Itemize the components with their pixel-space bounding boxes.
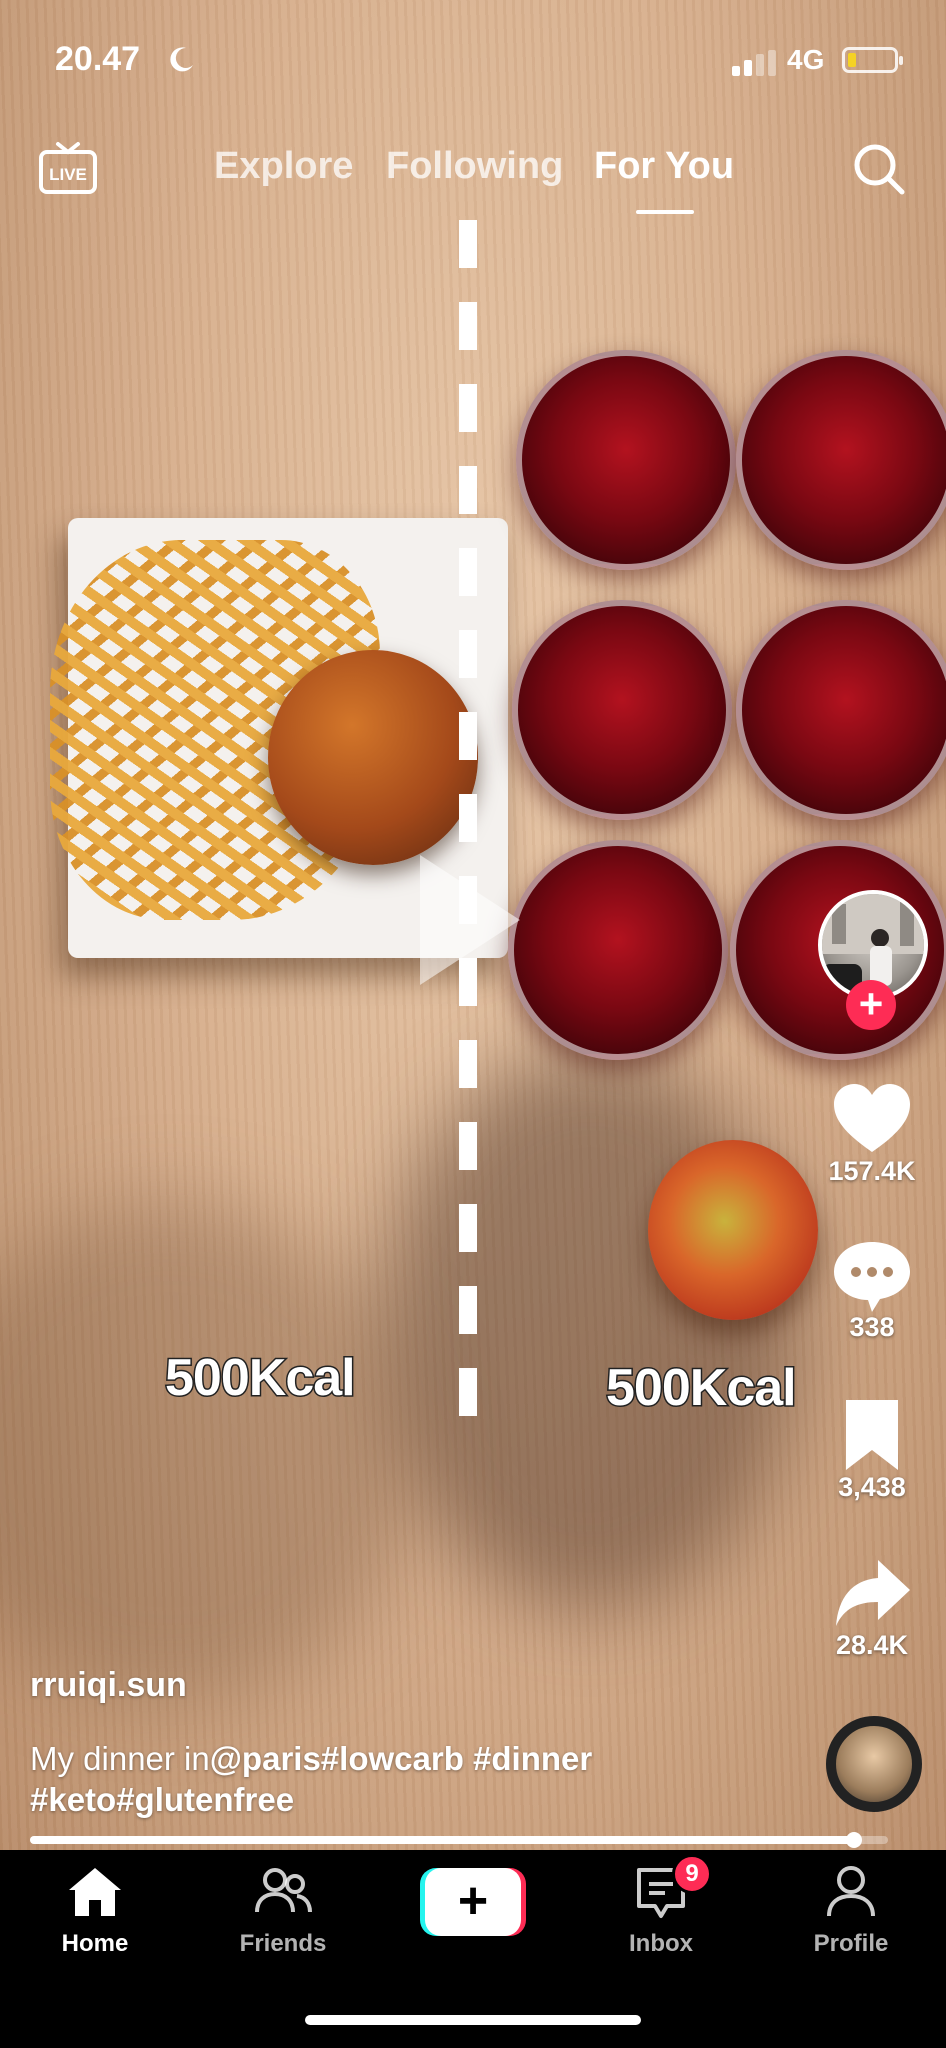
play-icon[interactable] — [420, 855, 520, 985]
comment-icon[interactable] — [830, 1236, 914, 1316]
plus-icon: + — [425, 1868, 521, 1936]
share-count: 28.4K — [835, 1630, 909, 1660]
save-count: 3,438 — [838, 1472, 906, 1502]
post-caption[interactable]: My dinner in@paris#lowcarb #dinner #keto… — [30, 1738, 790, 1820]
caption-hashtags[interactable]: #keto#glutenfree — [30, 1781, 294, 1818]
video-progress-bar[interactable] — [30, 1832, 888, 1848]
heart-icon[interactable] — [830, 1080, 914, 1160]
signal-icon — [732, 50, 778, 76]
search-icon[interactable] — [852, 142, 906, 196]
status-time: 20.47 — [55, 40, 141, 78]
bookmark-icon[interactable] — [830, 1396, 914, 1476]
caption-hashtags[interactable]: @paris#lowcarb #dinner — [210, 1740, 592, 1777]
battery-icon — [842, 47, 903, 73]
nav-inbox[interactable]: Inbox — [586, 1862, 736, 1958]
tab-for-you[interactable]: For You — [594, 145, 734, 188]
calorie-label-right: 500Kcal — [605, 1358, 799, 1419]
nav-home-label: Home — [61, 1930, 129, 1957]
video-wine-glass — [736, 350, 946, 570]
tab-following[interactable]: Following — [386, 145, 563, 188]
caption-text: My dinner in — [30, 1740, 210, 1777]
create-button[interactable]: + — [420, 1868, 526, 1936]
profile-icon — [827, 1866, 875, 1917]
post-username[interactable]: rruiqi.sun — [30, 1666, 187, 1705]
video-wine-glass — [508, 840, 728, 1060]
video-wine-glass — [516, 350, 736, 570]
share-icon[interactable] — [830, 1554, 914, 1634]
live-icon[interactable]: LIVE — [38, 140, 98, 196]
active-tab-indicator — [636, 210, 694, 214]
nav-profile[interactable]: Profile — [776, 1862, 926, 1958]
nav-profile-label: Profile — [813, 1930, 889, 1957]
video-burger — [268, 650, 478, 865]
nav-friends[interactable]: Friends — [208, 1862, 358, 1958]
calorie-label-left: 500Kcal — [164, 1348, 358, 1409]
nav-home[interactable]: Home — [20, 1862, 170, 1958]
nav-friends-label: Friends — [239, 1930, 327, 1957]
sound-disc[interactable] — [826, 1716, 922, 1812]
video-wine-glass — [736, 600, 946, 820]
tab-explore[interactable]: Explore — [214, 145, 353, 188]
video-player[interactable]: 500Kcal 500Kcal — [0, 0, 946, 1850]
moon-icon — [170, 47, 193, 72]
home-icon — [69, 1868, 121, 1916]
video-progress-fill — [30, 1836, 854, 1844]
svg-text:LIVE: LIVE — [49, 165, 87, 184]
comment-count: 338 — [849, 1312, 895, 1342]
follow-button[interactable]: + — [846, 980, 896, 1030]
dashed-divider — [459, 220, 477, 1430]
like-count: 157.4K — [828, 1156, 916, 1186]
nav-inbox-label: Inbox — [629, 1930, 693, 1957]
video-progress-knob[interactable] — [845, 1832, 862, 1848]
network-type: 4G — [787, 44, 825, 75]
home-indicator — [305, 2015, 641, 2025]
video-apple — [648, 1140, 818, 1320]
video-wine-glass — [512, 600, 732, 820]
friends-icon — [255, 1868, 312, 1913]
inbox-badge: 9 — [672, 1854, 712, 1894]
